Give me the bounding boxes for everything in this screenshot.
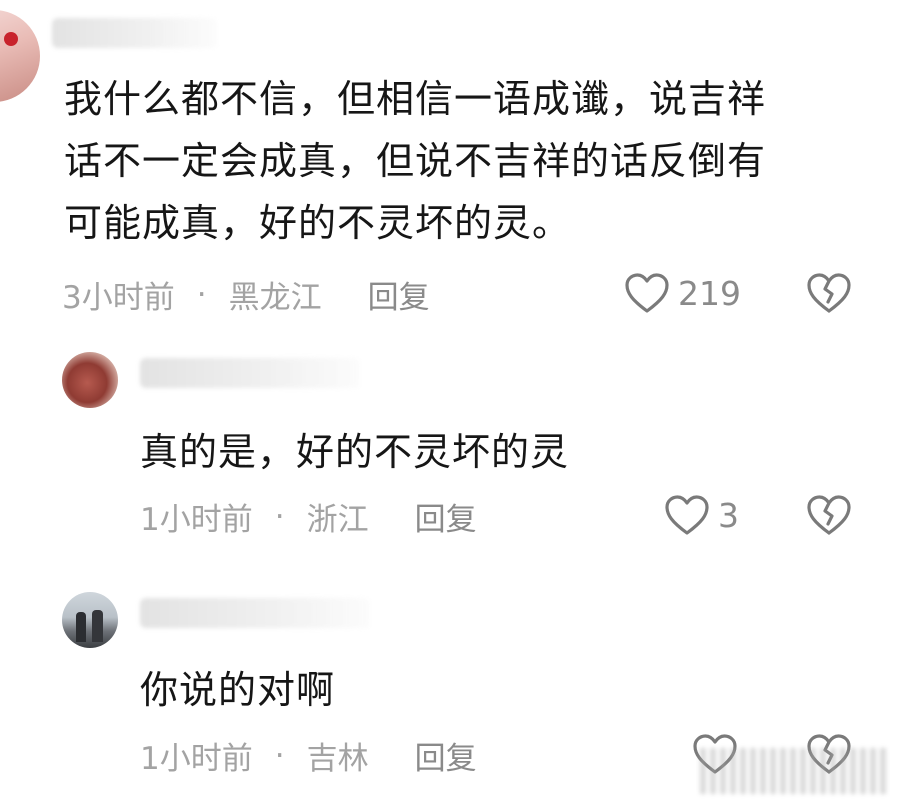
username-blurred[interactable] [140, 358, 360, 388]
like-count: 219 [678, 273, 741, 313]
comment-meta: 3小时前 · 黑龙江 回复 [62, 272, 430, 317]
reply-button[interactable]: 回复 [368, 272, 430, 317]
meta-separator: · [274, 737, 285, 774]
comment-meta: 1小时前 · 浙江 回复 [140, 494, 477, 539]
username-blurred[interactable] [52, 18, 217, 48]
avatar[interactable] [62, 592, 118, 648]
comment-time: 3小时前 [62, 280, 175, 316]
comment-meta: 1小时前 · 吉林 回复 [140, 733, 477, 778]
broken-heart-icon [806, 272, 852, 314]
watermark [700, 748, 890, 794]
avatar[interactable] [0, 10, 40, 102]
username-blurred[interactable] [140, 598, 370, 628]
broken-heart-icon [806, 494, 852, 536]
comment-time: 1小时前 [140, 741, 253, 777]
like-button[interactable]: 219 [624, 272, 741, 314]
reply-button[interactable]: 回复 [415, 733, 477, 778]
like-count: 3 [718, 495, 739, 535]
heart-icon [664, 494, 710, 536]
meta-separator: · [274, 498, 285, 535]
comment-location: 浙江 [306, 502, 369, 538]
comment-text-line: 可能成真，好的不灵坏的灵。 [64, 201, 572, 245]
comment-time: 1小时前 [140, 502, 253, 538]
comment-text: 我什么都不信，但相信一语成谶，说吉祥 话不一定会成真，但说不吉祥的话反倒有 可能… [64, 68, 864, 254]
avatar[interactable] [62, 352, 118, 408]
comment-text: 真的是，好的不灵坏的灵 [140, 430, 570, 474]
comment-location: 吉林 [306, 741, 369, 777]
comment-location: 黑龙江 [228, 280, 322, 316]
comment-text-line: 我什么都不信，但相信一语成谶，说吉祥 [64, 77, 767, 121]
comment-text-line: 话不一定会成真，但说不吉祥的话反倒有 [64, 139, 767, 183]
comment-text: 你说的对啊 [140, 668, 336, 712]
dislike-button[interactable] [806, 494, 852, 536]
dislike-button[interactable] [806, 272, 852, 314]
heart-icon [624, 272, 670, 314]
reply-button[interactable]: 回复 [415, 494, 477, 539]
like-button[interactable]: 3 [664, 494, 739, 536]
meta-separator: · [196, 276, 207, 313]
